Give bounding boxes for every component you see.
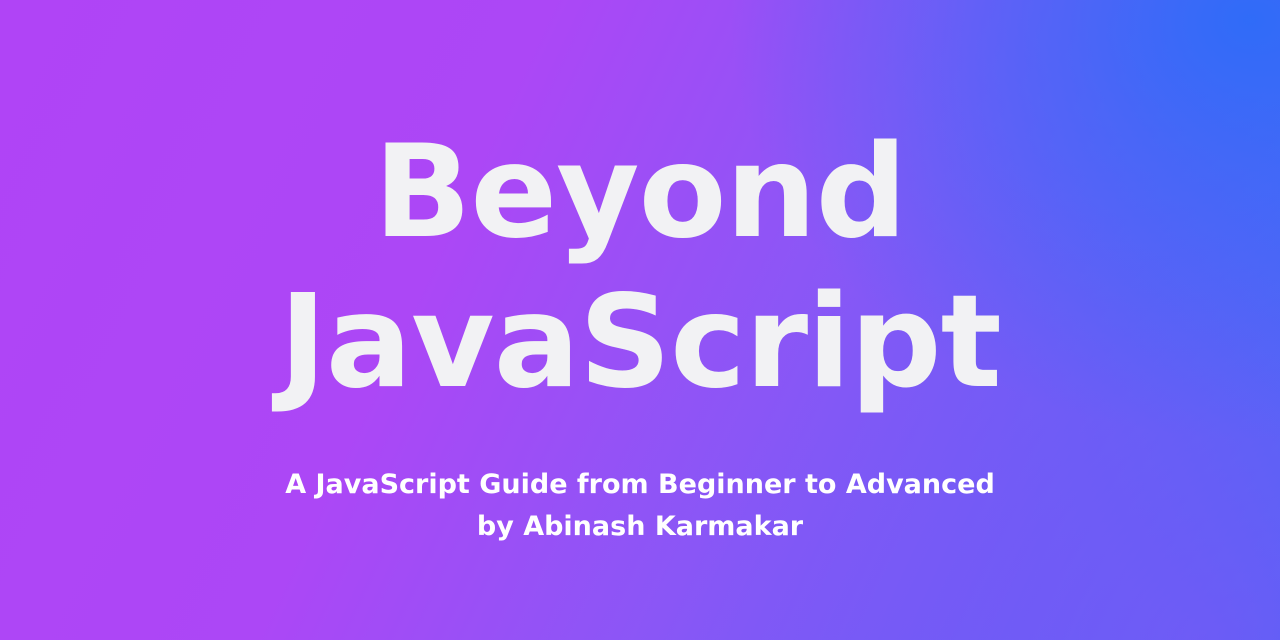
title-line-1: Beyond xyxy=(373,118,908,267)
title-line-2: JavaScript xyxy=(279,268,1002,417)
author-byline: by Abinash Karmakar xyxy=(476,511,804,542)
subtitle: A JavaScript Guide from Beginner to Adva… xyxy=(285,469,995,500)
title-banner: Beyond JavaScript A JavaScript Guide fro… xyxy=(0,0,1280,640)
